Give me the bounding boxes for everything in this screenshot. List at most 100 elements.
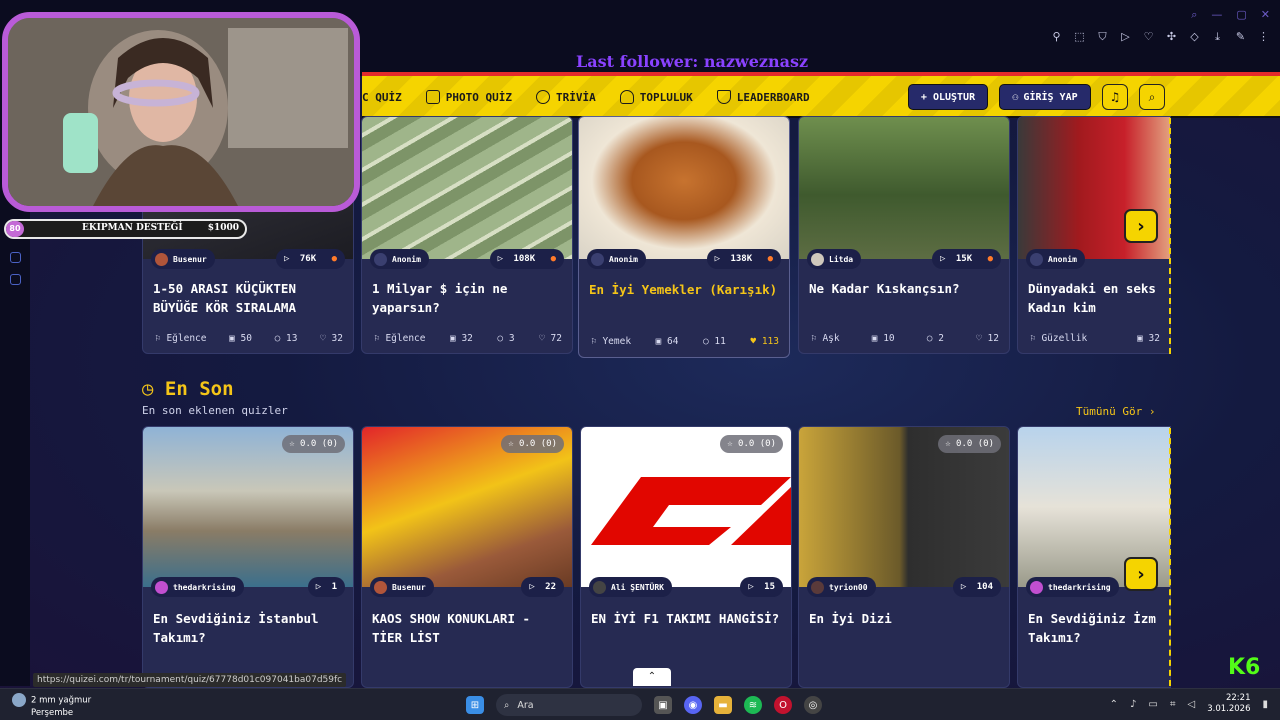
minimize-icon[interactable]: —	[1211, 8, 1222, 22]
avatar	[155, 580, 168, 594]
system-clock[interactable]: 22:21 3.01.2026	[1207, 693, 1250, 715]
card-meta: Anonim	[1026, 249, 1162, 269]
ai-icon[interactable]: ✎	[1234, 30, 1247, 43]
cube-icon[interactable]: ◇	[1188, 30, 1201, 43]
discord-icon[interactable]: ◉	[684, 696, 702, 714]
category-label: Aşk	[822, 333, 840, 344]
category-label: Eğlence	[385, 333, 426, 344]
taskbar-search[interactable]: ⌕ Ara	[496, 694, 642, 716]
author-badge: thedarkrising	[151, 577, 244, 597]
card-meta: Anonim ▷ 108K ●	[370, 249, 564, 269]
views-value: 76K	[299, 254, 317, 264]
pin-icon[interactable]: ⚲	[1050, 30, 1063, 43]
nav-link-quiz[interactable]: C QUİZ	[362, 91, 402, 104]
task-view-icon[interactable]: ▣	[654, 696, 672, 714]
avatar	[593, 580, 606, 594]
network-icon[interactable]: ⌗	[1170, 699, 1176, 710]
scroll-up-button[interactable]: ⌃	[633, 668, 671, 686]
latest-quiz-card[interactable]: ☆ 0.0 (0) thedarkrising ▷ 1 En Sevdiğini…	[142, 426, 354, 688]
clock-icon: ◷	[142, 378, 165, 400]
likes-value: 12	[987, 333, 999, 344]
author-badge: Litda	[807, 249, 862, 269]
quiz-title: EN İYİ F1 TAKIMI HANGİSİ?	[591, 611, 780, 626]
fire-icon: ●	[767, 254, 773, 264]
microphone-icon[interactable]: ♪	[1130, 699, 1136, 710]
author-name: Anonim	[392, 254, 421, 264]
author-name: Litda	[829, 254, 854, 264]
taskbar-search-placeholder: Ara	[517, 699, 534, 711]
heart-icon[interactable]: ♡	[1142, 30, 1155, 43]
login-button[interactable]: ⚇ GİRİŞ YAP	[999, 84, 1091, 110]
settings-icon[interactable]	[10, 274, 21, 285]
nav-link-trivia[interactable]: TRİVİA	[535, 90, 596, 104]
view-count: ▷ 108K ●	[489, 249, 564, 269]
menu-icon[interactable]: ⋮	[1257, 30, 1270, 43]
latest-quiz-card[interactable]: ☆ 0.0 (0) Ali ŞENTÜRK ▷ 15 EN İYİ F1 TAK…	[580, 426, 792, 688]
quiz-card[interactable]: Litda ▷ 15K ● Ne Kadar Kıskançsın? ⚐ Aşk…	[798, 116, 1010, 354]
chevron-right-icon: ›	[1137, 563, 1145, 585]
quiz-card[interactable]: Anonim ▷ 108K ● 1 Milyar $ için ne yapar…	[361, 116, 573, 354]
carousel-next-button[interactable]: ›	[1124, 557, 1158, 591]
obs-icon[interactable]: ◎	[804, 696, 822, 714]
carousel-next-button[interactable]: ›	[1124, 209, 1158, 243]
likes-value: 72	[550, 333, 562, 344]
sidebar-app-icon[interactable]	[10, 252, 21, 263]
avatar	[155, 252, 168, 266]
latest-quiz-card[interactable]: ☆ 0.0 (0) tyrion00 ▷ 104 En İyi Dizi	[798, 426, 1010, 688]
author-name: Anonim	[609, 254, 638, 264]
create-button[interactable]: + OLUŞTUR	[908, 84, 988, 110]
quiz-card-highlighted[interactable]: Anonim ▷ 138K ● En İyi Yemekler (Karışık…	[578, 116, 790, 358]
nav-link-leaderboard[interactable]: LEADERBOARD	[716, 90, 810, 104]
spotify-icon[interactable]: ≋	[744, 696, 762, 714]
category: ⚐ Güzellik	[1030, 333, 1088, 344]
avatar	[591, 252, 604, 266]
card-stats: ⚐ Aşk ▣ 10 ○ 2 ♡ 12	[811, 333, 999, 344]
category-label: Eğlence	[166, 333, 207, 344]
file-explorer-icon[interactable]: ▬	[714, 696, 732, 714]
taskbar-apps: ⊞ ⌕ Ara ▣ ◉ ▬ ≋ O ◎	[466, 694, 822, 716]
author-name: tyrion00	[829, 582, 868, 592]
maximize-icon[interactable]: ▢	[1236, 8, 1246, 22]
play-count-value: 104	[976, 582, 993, 592]
likes: ♡ 72	[539, 333, 562, 344]
close-icon[interactable]: ✕	[1261, 8, 1270, 22]
notification-icon[interactable]: ▮	[1262, 699, 1268, 710]
author-name: Busenur	[173, 254, 207, 264]
system-tray: ⌃ ♪ ▭ ⌗ ◁ 22:21 3.01.2026 ▮	[1110, 693, 1268, 715]
search-button-icon[interactable]: ⌕	[1139, 84, 1165, 110]
search-icon[interactable]: ⌕	[1191, 8, 1197, 22]
quiz-thumbnail	[579, 117, 789, 259]
volume-icon[interactable]: ◁	[1188, 699, 1196, 710]
section-title: ◷ En Son	[142, 378, 234, 400]
notifications-bell-icon[interactable]: ♫	[1102, 84, 1128, 110]
nav-link-photo-quiz[interactable]: PHOTO QUİZ	[425, 90, 512, 104]
likes-value: 32	[331, 333, 343, 344]
author-name: thedarkrising	[173, 582, 236, 592]
nav-link-community[interactable]: TOPLULUK	[619, 90, 693, 104]
views-value: 138K	[730, 254, 753, 264]
download-icon[interactable]: ⤓	[1211, 30, 1224, 43]
see-all-link[interactable]: Tümünü Gör ›	[1076, 405, 1155, 418]
weather-line1: 2 mm yağmur	[31, 695, 92, 706]
quiz-title: 1 Milyar $ için ne yaparsın?	[372, 281, 508, 315]
play-icon[interactable]: ▷	[1119, 30, 1132, 43]
donation-label: EKIPMAN DESTEĞİ	[82, 223, 183, 233]
card-meta: thedarkrising ▷ 1	[151, 577, 345, 597]
author-badge: Anonim	[1026, 249, 1085, 269]
display-icon[interactable]: ▭	[1148, 699, 1157, 710]
windows-taskbar: 2 mm yağmur Perşembe ⊞ ⌕ Ara ▣ ◉ ▬ ≋ O ◎ …	[0, 688, 1280, 720]
latest-quiz-card[interactable]: ☆ 0.0 (0) Busenur ▷ 22 KAOS SHOW KONUKLA…	[361, 426, 573, 688]
start-windows-icon[interactable]: ⊞	[466, 696, 484, 714]
questions-value: 50	[240, 333, 252, 344]
nav-links: C QUİZ PHOTO QUİZ TRİVİA TOPLULUK LEADER…	[362, 76, 810, 118]
weather-widget[interactable]: 2 mm yağmur Perşembe	[12, 693, 91, 719]
search-icon: ⌕	[504, 699, 510, 711]
opera-browser-icon[interactable]: O	[774, 696, 792, 714]
card-meta: Litda ▷ 15K ●	[807, 249, 1001, 269]
quiz-thumbnail	[799, 117, 1009, 259]
likes-value: 113	[761, 336, 779, 347]
shield-icon[interactable]: ⛉	[1096, 30, 1109, 43]
puzzle-icon[interactable]: ✣	[1165, 30, 1178, 43]
chevron-up-icon[interactable]: ⌃	[1110, 699, 1118, 710]
screenshot-icon[interactable]: ⬚	[1073, 30, 1086, 43]
